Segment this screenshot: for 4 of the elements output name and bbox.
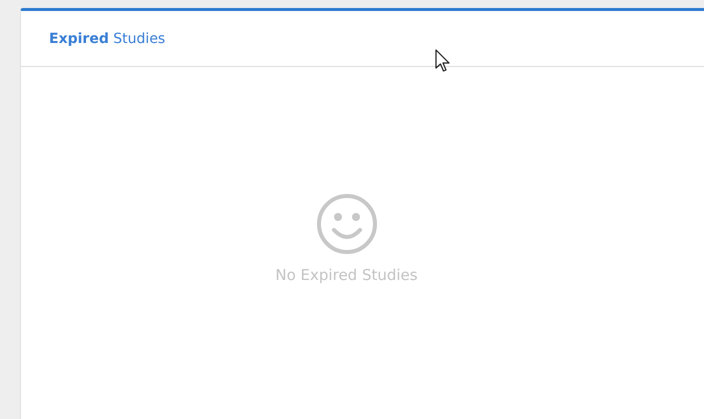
smiley-icon [314, 192, 378, 256]
empty-message: No Expired Studies [275, 266, 418, 284]
mouse-pointer-icon [435, 49, 451, 73]
panel-title: Expired Studies [49, 30, 166, 46]
